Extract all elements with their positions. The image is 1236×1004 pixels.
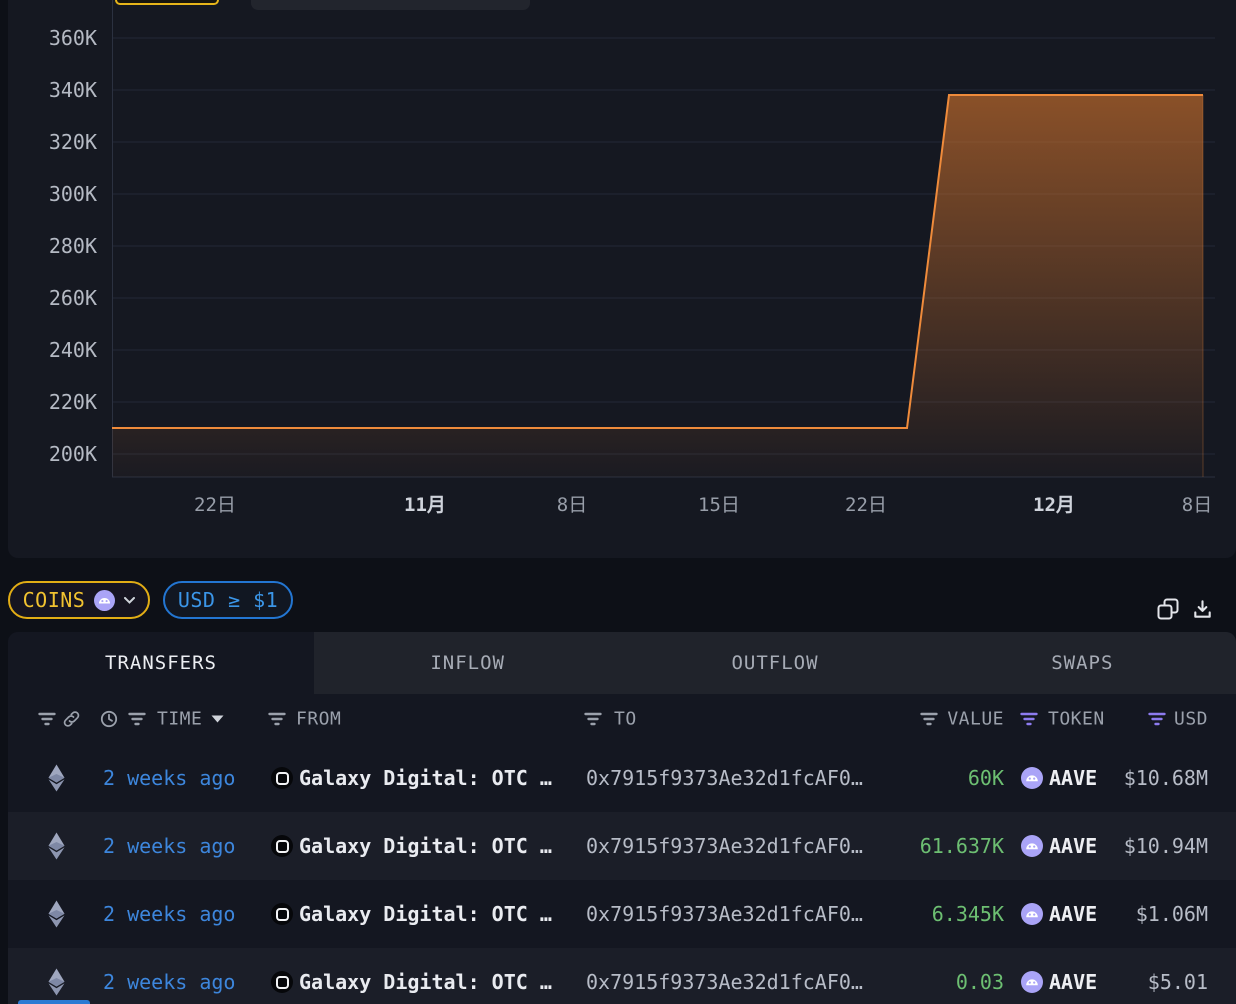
tab-transfers[interactable]: TRANSFERS bbox=[8, 632, 314, 694]
y-tick: 200K bbox=[49, 442, 97, 466]
funnel-icon[interactable] bbox=[920, 712, 938, 726]
value-cell: 0.03 bbox=[956, 970, 1004, 994]
from-entity-link[interactable]: Galaxy Digital: OTC … bbox=[299, 970, 552, 994]
column-header-to[interactable]: TO bbox=[614, 709, 637, 730]
table-row[interactable]: 2 weeks ago Galaxy Digital: OTC … 0x7915… bbox=[8, 812, 1236, 880]
caret-down-icon[interactable] bbox=[211, 715, 224, 723]
balance-area-chart: 360K 340K 320K 300K 280K 260K 240K 220K … bbox=[8, 0, 1236, 558]
time-link[interactable]: 2 weeks ago bbox=[103, 902, 235, 926]
to-address-link[interactable]: 0x7915f9373Ae32d1fcAF0… bbox=[586, 766, 863, 790]
y-axis-labels: 360K 340K 320K 300K 280K 260K 240K 220K … bbox=[49, 26, 97, 466]
funnel-icon[interactable] bbox=[268, 712, 286, 726]
usd-threshold-filter-button[interactable]: USD ≥ $1 bbox=[163, 581, 293, 619]
aave-icon bbox=[1021, 835, 1043, 857]
funnel-icon[interactable] bbox=[1020, 712, 1038, 726]
funnel-icon[interactable] bbox=[1148, 712, 1166, 726]
y-tick: 300K bbox=[49, 182, 97, 206]
ethereum-icon bbox=[48, 901, 65, 928]
x-tick: 11月 bbox=[404, 494, 446, 516]
x-axis-labels: 22日 11月 8日 15日 22日 12月 8日 bbox=[194, 494, 1212, 516]
tab-inflow[interactable]: INFLOW bbox=[314, 632, 621, 694]
value-cell: 6.345K bbox=[932, 902, 1004, 926]
to-address-link[interactable]: 0x7915f9373Ae32d1fcAF0… bbox=[586, 834, 863, 858]
funnel-icon[interactable] bbox=[584, 712, 602, 726]
link-icon[interactable] bbox=[62, 710, 81, 729]
column-header-usd[interactable]: USD bbox=[1174, 709, 1208, 730]
usd-cell: $10.94M bbox=[1124, 834, 1208, 858]
scroll-indicator[interactable] bbox=[18, 1000, 90, 1004]
ethereum-icon bbox=[48, 765, 65, 792]
aave-icon bbox=[94, 590, 115, 611]
x-tick: 8日 bbox=[1182, 494, 1212, 516]
tab-label: INFLOW bbox=[430, 652, 505, 674]
tab-swaps[interactable]: SWAPS bbox=[929, 632, 1236, 694]
aave-icon bbox=[1021, 767, 1043, 789]
funnel-icon[interactable] bbox=[38, 712, 56, 726]
table-tabs: TRANSFERS INFLOW OUTFLOW SWAPS bbox=[8, 632, 1236, 694]
usd-threshold-label: USD ≥ $1 bbox=[178, 588, 278, 612]
table-row[interactable]: 2 weeks ago Galaxy Digital: OTC … 0x7915… bbox=[8, 948, 1236, 1004]
x-tick: 22日 bbox=[194, 494, 236, 516]
y-tick: 220K bbox=[49, 390, 97, 414]
area-fill bbox=[112, 95, 1203, 477]
usd-cell: $5.01 bbox=[1148, 970, 1208, 994]
clock-icon[interactable] bbox=[100, 710, 118, 728]
y-tick: 360K bbox=[49, 26, 97, 50]
usd-cell: $1.06M bbox=[1136, 902, 1208, 926]
column-header-token[interactable]: TOKEN bbox=[1048, 709, 1105, 730]
token-cell: AAVE bbox=[1049, 834, 1097, 858]
from-entity-link[interactable]: Galaxy Digital: OTC … bbox=[299, 766, 552, 790]
galaxy-digital-icon bbox=[271, 903, 293, 925]
y-tick: 340K bbox=[49, 78, 97, 102]
column-header-from[interactable]: FROM bbox=[296, 709, 341, 730]
chevron-down-icon bbox=[124, 597, 135, 604]
y-tick: 240K bbox=[49, 338, 97, 362]
coins-filter-button[interactable]: COINS bbox=[8, 581, 150, 619]
y-tick: 320K bbox=[49, 130, 97, 154]
usd-cell: $10.68M bbox=[1124, 766, 1208, 790]
time-link[interactable]: 2 weeks ago bbox=[103, 970, 235, 994]
tab-label: OUTFLOW bbox=[731, 652, 818, 674]
copy-button[interactable] bbox=[1155, 596, 1181, 622]
x-tick: 15日 bbox=[698, 494, 740, 516]
token-cell: AAVE bbox=[1049, 766, 1097, 790]
galaxy-digital-icon bbox=[271, 971, 293, 993]
to-address-link[interactable]: 0x7915f9373Ae32d1fcAF0… bbox=[586, 970, 863, 994]
tab-outflow[interactable]: OUTFLOW bbox=[621, 632, 928, 694]
balance-chart-card: 360K 340K 320K 300K 280K 260K 240K 220K … bbox=[8, 0, 1236, 558]
x-tick: 8日 bbox=[557, 494, 587, 516]
download-button[interactable] bbox=[1189, 596, 1215, 622]
table-header: TIME FROM TO VALUE TOKEN USD bbox=[8, 694, 1236, 744]
y-tick: 260K bbox=[49, 286, 97, 310]
funnel-icon[interactable] bbox=[128, 712, 146, 726]
x-tick: 12月 bbox=[1033, 494, 1075, 516]
ethereum-icon bbox=[48, 833, 65, 860]
aave-icon bbox=[1021, 903, 1043, 925]
value-cell: 60K bbox=[968, 766, 1004, 790]
download-icon bbox=[1191, 598, 1214, 621]
time-link[interactable]: 2 weeks ago bbox=[103, 834, 235, 858]
coins-filter-label: COINS bbox=[23, 588, 86, 612]
copy-icon bbox=[1156, 597, 1180, 621]
time-link[interactable]: 2 weeks ago bbox=[103, 766, 235, 790]
y-tick: 280K bbox=[49, 234, 97, 258]
galaxy-digital-icon bbox=[271, 835, 293, 857]
token-cell: AAVE bbox=[1049, 902, 1097, 926]
tab-label: SWAPS bbox=[1051, 652, 1113, 674]
galaxy-digital-icon bbox=[271, 767, 293, 789]
from-entity-link[interactable]: Galaxy Digital: OTC … bbox=[299, 902, 552, 926]
token-cell: AAVE bbox=[1049, 970, 1097, 994]
transfers-table-card: TRANSFERS INFLOW OUTFLOW SWAPS TIME FROM bbox=[8, 632, 1236, 1004]
to-address-link[interactable]: 0x7915f9373Ae32d1fcAF0… bbox=[586, 902, 863, 926]
column-header-value[interactable]: VALUE bbox=[947, 709, 1004, 730]
table-row[interactable]: 2 weeks ago Galaxy Digital: OTC … 0x7915… bbox=[8, 880, 1236, 948]
aave-icon bbox=[1021, 971, 1043, 993]
x-tick: 22日 bbox=[845, 494, 887, 516]
from-entity-link[interactable]: Galaxy Digital: OTC … bbox=[299, 834, 552, 858]
column-header-time[interactable]: TIME bbox=[157, 709, 202, 730]
table-row[interactable]: 2 weeks ago Galaxy Digital: OTC … 0x7915… bbox=[8, 744, 1236, 812]
ethereum-icon bbox=[48, 969, 65, 996]
tab-label: TRANSFERS bbox=[105, 652, 217, 674]
value-cell: 61.637K bbox=[920, 834, 1004, 858]
